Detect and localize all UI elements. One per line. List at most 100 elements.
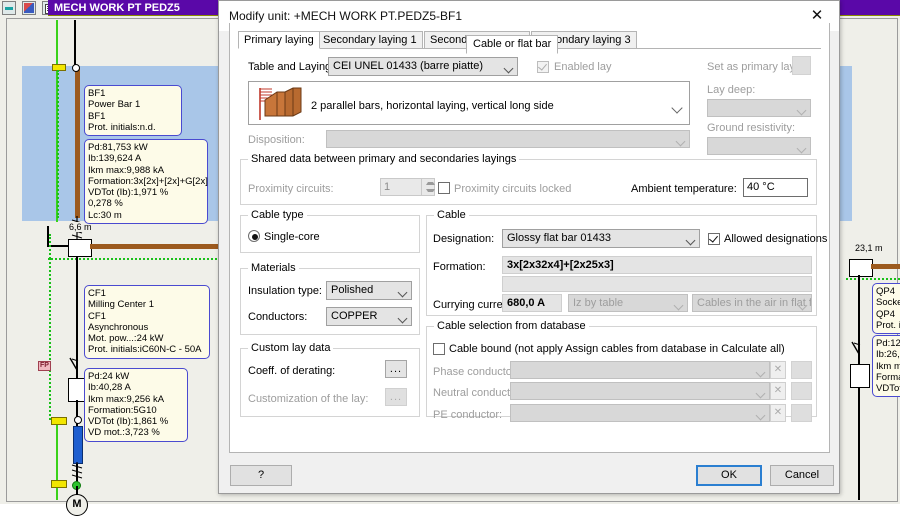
disposition-label: Disposition: bbox=[248, 134, 305, 146]
terminal-marker-top bbox=[52, 64, 66, 71]
tab-secondary-laying-1[interactable]: Secondary laying 1 bbox=[317, 31, 423, 49]
pe-dashed-down-left bbox=[49, 234, 51, 259]
neutral-conductor-combo[interactable] bbox=[510, 382, 770, 400]
disposition-combo[interactable] bbox=[326, 130, 690, 148]
cable-or-flat-bar-panel: Primary laying Secondary laying 1 Second… bbox=[229, 23, 830, 453]
installation-mode-combo[interactable]: Cables in the air in flat form. bbox=[692, 294, 812, 312]
laying-preview-combo[interactable]: 2 parallel bars, horizontal laying, vert… bbox=[248, 81, 690, 125]
proximity-circuits-label: Proximity circuits: bbox=[248, 183, 334, 195]
cable-database-title: Cable selection from database bbox=[434, 320, 589, 332]
proximity-circuits-stepper[interactable] bbox=[422, 178, 435, 196]
relay-box-right bbox=[850, 364, 870, 388]
conductors-label: Conductors: bbox=[248, 311, 307, 323]
proximity-locked-label: Proximity circuits locked bbox=[454, 183, 571, 195]
laying-preview-text: 2 parallel bars, horizontal laying, vert… bbox=[311, 100, 554, 112]
length-label-right: 23,1 m bbox=[854, 243, 884, 253]
motor-symbol: M bbox=[66, 494, 88, 516]
phase-conductor-combo[interactable] bbox=[510, 361, 770, 379]
set-as-primary-lay-button[interactable] bbox=[792, 56, 811, 75]
ok-button[interactable]: OK bbox=[696, 465, 762, 486]
phase-conductor-clear-button[interactable]: ✕ bbox=[770, 361, 786, 379]
ground-resistivity-combo[interactable] bbox=[707, 137, 811, 155]
cancel-button[interactable]: Cancel bbox=[770, 465, 834, 486]
iz-mode-combo[interactable]: Iz by table bbox=[568, 294, 688, 312]
cf1-data-callout[interactable]: Pd:24 kW Ib:40,28 A Ikm max:9,256 kA For… bbox=[84, 368, 188, 442]
pe-dashed-right bbox=[846, 278, 900, 280]
proximity-locked-checkbox[interactable] bbox=[438, 182, 450, 194]
currying-current-value: 680,0 A bbox=[502, 294, 562, 312]
enabled-lay-label: Enabled lay bbox=[554, 61, 612, 73]
ground-resistivity-label: Ground resistivity: bbox=[707, 122, 795, 134]
coeff-derating-label: Coeff. of derating: bbox=[248, 365, 335, 377]
tab-cable-or-flat-bar[interactable]: Cable or flat bar bbox=[466, 35, 558, 54]
materials-title: Materials bbox=[248, 262, 299, 274]
neutral-conductor-clear-button[interactable]: ✕ bbox=[770, 382, 786, 400]
pe-dashed-top bbox=[57, 70, 59, 218]
formation-value-secondary bbox=[502, 276, 812, 292]
table-and-laying-combo[interactable]: CEI UNEL 01433 (barre piatte) bbox=[328, 57, 518, 76]
shared-data-title: Shared data between primary and secondar… bbox=[248, 153, 519, 165]
busbar-orange-center bbox=[90, 244, 230, 249]
bf1-id-callout[interactable]: BF1 Power Bar 1 BF1 Prot. initials:n.d. bbox=[84, 85, 182, 136]
shared-data-group: Shared data between primary and secondar… bbox=[240, 159, 817, 205]
qp4-data-callout[interactable]: Pd:12,19 Ib:26,62 Ikm max: Formation VDT… bbox=[872, 335, 900, 397]
tab-primary-laying[interactable]: Primary laying bbox=[238, 31, 320, 49]
allowed-designations-checkbox[interactable] bbox=[708, 233, 720, 245]
lay-deep-label: Lay deep: bbox=[707, 84, 755, 96]
coeff-derating-button[interactable]: ... bbox=[385, 360, 407, 378]
junction-dot-top bbox=[72, 64, 80, 72]
enabled-lay-checkbox[interactable] bbox=[537, 61, 549, 73]
lay-deep-combo[interactable] bbox=[707, 99, 811, 117]
cable-segment-blue bbox=[73, 426, 83, 464]
insulation-type-combo[interactable]: Polished bbox=[326, 281, 412, 300]
customization-lay-button[interactable]: ... bbox=[385, 388, 407, 406]
help-button[interactable]: ? bbox=[230, 465, 292, 486]
cable-bound-label: Cable bound (not apply Assign cables fro… bbox=[449, 343, 785, 355]
bf1-data-callout[interactable]: Pd:81,753 kW Ib:139,624 A Ikm max:9,988 … bbox=[84, 139, 208, 224]
ambient-temperature-label: Ambient temperature: bbox=[631, 183, 737, 195]
phase-conductor-label: Phase conductor: bbox=[433, 366, 519, 378]
busbar-orange-top bbox=[75, 68, 80, 218]
cable-title: Cable bbox=[434, 209, 469, 221]
ambient-temperature-input[interactable]: 40 °C bbox=[743, 178, 808, 197]
insulation-type-label: Insulation type: bbox=[248, 285, 322, 297]
pe-dashed-feeder bbox=[49, 258, 51, 420]
phase-conductor-browse-button[interactable] bbox=[791, 361, 812, 379]
single-core-radio[interactable] bbox=[248, 230, 260, 242]
cable-type-title: Cable type bbox=[248, 209, 307, 221]
fp-tag: FP bbox=[38, 361, 51, 371]
flat-bar-icon bbox=[255, 86, 307, 122]
pe-wire-green-bottom bbox=[56, 420, 58, 500]
conductors-combo[interactable]: COPPER bbox=[326, 307, 412, 326]
pe-conductor-combo[interactable] bbox=[510, 404, 770, 422]
node-box-center bbox=[68, 239, 92, 257]
network-icon[interactable] bbox=[22, 1, 36, 15]
minimize-icon[interactable] bbox=[2, 1, 16, 15]
table-and-laying-label: Table and Laying: bbox=[248, 61, 334, 73]
pe-conductor-clear-button[interactable]: ✕ bbox=[770, 404, 786, 422]
designation-label: Designation: bbox=[433, 233, 494, 245]
set-as-primary-lay-label: Set as primary lay: bbox=[707, 61, 798, 73]
designation-combo[interactable]: Glossy flat bar 01433 bbox=[502, 229, 700, 248]
qp4-id-callout[interactable]: QP4 Sockets P QP4 Prot. initia bbox=[872, 283, 900, 334]
formation-label: Formation: bbox=[433, 261, 486, 273]
modify-unit-dialog[interactable]: Modify unit: +MECH WORK PT.PEDZ5-BF1 ✕ E… bbox=[218, 0, 840, 494]
customization-lay-label: Customization of the lay: bbox=[248, 393, 368, 405]
custom-lay-data-title: Custom lay data bbox=[248, 342, 333, 354]
formation-value: 3x[2x32x4]+[2x25x3] bbox=[502, 256, 812, 274]
proximity-circuits-input[interactable]: 1 bbox=[380, 178, 422, 196]
single-core-label: Single-core bbox=[264, 231, 320, 243]
allowed-designations-label: Allowed designations bbox=[724, 233, 827, 245]
custom-lay-data-group: Custom lay data bbox=[240, 348, 420, 417]
currying-current-label: Currying current bbox=[433, 299, 512, 311]
node-box-right bbox=[849, 259, 873, 277]
cf1-id-callout[interactable]: CF1 Milling Center 1 CF1 Asynchronous Mo… bbox=[84, 285, 210, 359]
pe-conductor-browse-button[interactable] bbox=[791, 404, 812, 422]
dialog-title: Modify unit: +MECH WORK PT.PEDZ5-BF1 bbox=[229, 9, 462, 23]
cable-bound-checkbox[interactable] bbox=[433, 343, 445, 355]
terminal-marker-mid bbox=[51, 417, 67, 425]
main-line-black-top bbox=[74, 20, 76, 66]
breaker-symbol-right bbox=[849, 340, 869, 362]
terminal-marker-bottom bbox=[51, 480, 67, 488]
neutral-conductor-browse-button[interactable] bbox=[791, 382, 812, 400]
